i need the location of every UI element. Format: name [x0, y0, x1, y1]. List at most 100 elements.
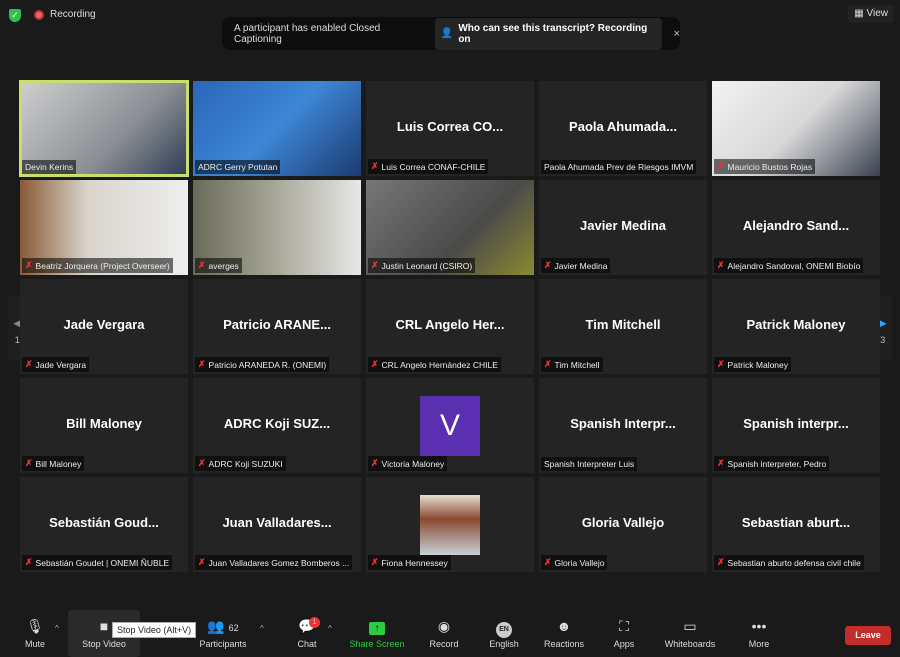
participant-display-name: Sebastián Goud... — [49, 515, 159, 530]
transcript-info-link[interactable]: 👤 Who can see this transcript? Recording … — [434, 17, 662, 50]
language-icon: EN — [487, 610, 521, 638]
participant-tile[interactable]: Luis Correa CO... ✗ Luis Correa CONAF-CHIL… — [366, 81, 534, 176]
participant-tile[interactable]: Alejandro Sand... ✗ Alejandro Sandoval, ON… — [712, 180, 880, 275]
stop-video-tooltip: Stop Video (Alt+V) — [112, 622, 197, 638]
more-label: More — [748, 639, 770, 649]
muted-mic-icon: ✗ — [717, 161, 725, 171]
participant-name: Spanish Interpreter Luis — [544, 459, 635, 469]
participant-tile[interactable]: Devin Kerins — [19, 80, 189, 177]
participant-name-label: ✗ CRL Angelo Hernández CHILE — [368, 357, 501, 372]
participant-display-name: Patricio ARANE... — [223, 317, 331, 332]
participant-tile[interactable]: CRL Angelo Her... ✗ CRL Angelo Hernández C… — [366, 279, 534, 374]
muted-mic-icon: ✗ — [717, 359, 725, 369]
whiteboards-button[interactable]: ▭ Whiteboards — [662, 610, 718, 657]
language-code: EN — [496, 622, 512, 638]
apps-button[interactable]: ⛶ Apps — [610, 610, 638, 657]
participant-tile[interactable]: ADRC Gerry Potutan — [193, 81, 361, 176]
participant-name-label: ✗ Patrick Maloney — [714, 357, 792, 372]
muted-mic-icon: ✗ — [198, 458, 206, 468]
participant-tile[interactable]: Javier Medina ✗ Javier Medina — [539, 180, 707, 275]
participant-name: ADRC Koji SUZUKI — [208, 458, 283, 469]
participant-tile[interactable]: Patrick Maloney ✗ Patrick Maloney — [712, 279, 880, 374]
participant-display-name: Sebastian aburt... — [741, 515, 851, 530]
audio-options-caret[interactable]: ^ — [55, 624, 59, 633]
participant-name: Javier Medina — [554, 260, 608, 271]
more-button[interactable]: ••• More — [744, 610, 774, 657]
participant-tile[interactable]: Spanish Interpr... Spanish Interpreter Lu… — [539, 378, 707, 473]
view-label: View — [866, 8, 889, 19]
muted-mic-icon: ✗ — [25, 557, 33, 567]
participant-tile[interactable]: V ✗ Victoria Maloney — [366, 378, 534, 473]
participant-tile[interactable]: ✗ Beatriz Jorquera (Project Overseer) — [20, 180, 188, 275]
participant-tile[interactable]: Paola Ahumada... Paola Ahumada Prev de Ri… — [539, 81, 707, 176]
participant-tile[interactable]: Gloria Vallejo ✗ Gloria Vallejo — [539, 477, 707, 572]
participant-photo — [420, 495, 480, 555]
recording-status[interactable]: Recording — [50, 9, 96, 20]
muted-mic-icon: ✗ — [371, 260, 379, 270]
muted-mic-icon: ✗ — [25, 458, 33, 468]
chat-caret[interactable]: ^ — [328, 624, 332, 633]
record-label: Record — [429, 639, 459, 649]
stop-video-label: Stop Video — [82, 639, 126, 649]
participant-name: Jade Vergara — [35, 359, 87, 370]
participant-name-label: ✗ Spanish interpreter, Pedro — [714, 456, 830, 471]
participant-name-label: ✗ Juan Valladares Gomez Bomberos ... — [195, 555, 353, 570]
grid-icon: ▦ — [854, 8, 867, 19]
participant-name: Bill Maloney — [35, 458, 82, 469]
view-button[interactable]: ▦ View — [848, 5, 894, 23]
participants-button[interactable]: 👥 62 Participants — [196, 610, 250, 657]
muted-mic-icon: ✗ — [717, 557, 725, 567]
participant-name: averges — [208, 260, 239, 271]
participant-name-label: ✗ Jade Vergara — [22, 357, 90, 372]
participant-display-name: CRL Angelo Her... — [395, 317, 505, 332]
record-button[interactable]: ◉ Record — [428, 610, 460, 657]
participants-caret[interactable]: ^ — [260, 624, 264, 633]
muted-mic-icon: ✗ — [198, 359, 206, 369]
muted-mic-icon: ✗ — [544, 557, 552, 567]
share-screen-label: Share Screen — [349, 639, 405, 649]
reactions-icon: ☻ — [556, 618, 572, 634]
muted-mic-icon: ✗ — [544, 359, 552, 369]
chat-button[interactable]: 💬 Chat 1 — [292, 610, 322, 657]
participant-display-name: ADRC Koji SUZ... — [223, 416, 331, 431]
language-button[interactable]: EN English — [487, 610, 521, 657]
muted-mic-icon: ✗ — [25, 260, 33, 270]
participant-tile[interactable]: Sebastián Goud... ✗ Sebastián Goudet | ONE… — [20, 477, 188, 572]
participant-name: Luis Correa CONAF-CHILE — [381, 161, 486, 172]
participant-name-label: ✗ Fiona Hennessey — [368, 555, 451, 570]
leave-button[interactable]: Leave — [845, 626, 891, 645]
muted-mic-icon: ✗ — [371, 359, 379, 369]
participant-tile[interactable]: Patricio ARANE... ✗ Patricio ARANEDA R. (O… — [193, 279, 361, 374]
participant-name: Mauricio Bustos Rojas — [727, 161, 813, 172]
participant-name-label: ✗ Patricio ARANEDA R. (ONEMI) — [195, 357, 330, 372]
share-screen-button[interactable]: ↑ Share Screen — [348, 610, 406, 657]
participant-tile[interactable]: Sebastian aburt... ✗ Sebastian aburto defe… — [712, 477, 880, 572]
reactions-button[interactable]: ☻ Reactions — [542, 610, 586, 657]
participant-tile[interactable]: Juan Valladares... ✗ Juan Valladares Gomez… — [193, 477, 361, 572]
mute-button[interactable]: 🎙 Mute — [20, 610, 50, 657]
participant-name-label: ✗ Sebastian aburto defensa civil chile — [714, 555, 864, 570]
gallery-grid: Devin Kerins ADRC Gerry Potutan Luis Corre… — [19, 80, 880, 572]
apps-icon: ⛶ — [619, 618, 629, 634]
close-icon[interactable]: × — [674, 28, 680, 40]
whiteboard-icon: ▭ — [683, 618, 697, 634]
shield-icon[interactable]: ✓ — [9, 9, 21, 22]
participant-name: Fiona Hennessey — [381, 557, 448, 568]
participant-name: Victoria Maloney — [381, 458, 445, 469]
participant-name: Tim Mitchell — [554, 359, 600, 370]
participant-name: Juan Valladares Gomez Bomberos ... — [208, 557, 350, 568]
muted-mic-icon: ✗ — [717, 458, 725, 468]
participant-tile[interactable]: ✗ Justin Leonard (CSIRO) — [366, 180, 534, 275]
participant-tile[interactable]: Jade Vergara ✗ Jade Vergara — [20, 279, 188, 374]
participant-tile[interactable]: ✗ averges — [193, 180, 361, 275]
participant-tile[interactable]: ADRC Koji SUZ... ✗ ADRC Koji SUZUKI — [193, 378, 361, 473]
participant-tile[interactable]: ✗ Fiona Hennessey — [366, 477, 534, 572]
participant-tile[interactable]: Bill Maloney ✗ Bill Maloney — [20, 378, 188, 473]
muted-mic-icon: ✗ — [25, 359, 33, 369]
participant-name: Patricio ARANEDA R. (ONEMI) — [208, 359, 327, 370]
participant-tile[interactable]: Spanish interpr... ✗ Spanish interpreter, … — [712, 378, 880, 473]
participant-display-name: Juan Valladares... — [222, 515, 332, 530]
participant-tile[interactable]: Tim Mitchell ✗ Tim Mitchell — [539, 279, 707, 374]
mute-label: Mute — [24, 639, 45, 649]
participant-tile[interactable]: ✗ Mauricio Bustos Rojas — [712, 81, 880, 176]
